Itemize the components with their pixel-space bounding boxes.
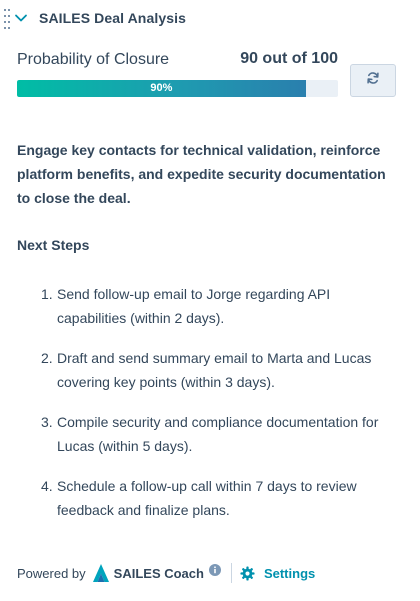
step-text: Schedule a follow-up call within 7 days … xyxy=(57,478,357,518)
powered-by-label: Powered by xyxy=(17,565,86,581)
refresh-button[interactable] xyxy=(350,64,396,97)
info-icon[interactable] xyxy=(208,564,221,576)
progress-bar-label: 90% xyxy=(150,82,173,94)
step-text: Draft and send summary email to Marta an… xyxy=(57,350,372,390)
settings-label: Settings xyxy=(263,565,316,581)
card-title: SAILES Deal Analysis xyxy=(39,10,186,26)
gear-icon xyxy=(240,565,255,581)
settings-link[interactable]: Settings xyxy=(240,566,315,581)
step-number: 1. xyxy=(41,286,53,302)
next-step-item: 3. Compile security and compliance docum… xyxy=(17,410,402,458)
next-step-item: 2. Draft and send summary email to Marta… xyxy=(17,346,402,394)
refresh-icon xyxy=(366,71,380,90)
card-footer: Powered by SAILES Coach Settings xyxy=(17,561,315,585)
card-header[interactable]: SAILES Deal Analysis xyxy=(14,6,186,30)
step-number: 4. xyxy=(41,478,53,494)
sailes-logo-icon xyxy=(92,563,110,583)
next-steps-heading: Next Steps xyxy=(17,237,90,253)
step-text: Send follow-up email to Jorge regarding … xyxy=(57,286,331,326)
step-number: 2. xyxy=(41,350,53,366)
footer-divider xyxy=(230,563,232,583)
chevron-down-icon[interactable] xyxy=(14,11,28,25)
probability-label: Probability of Closure xyxy=(17,51,170,68)
probability-progress-bar: 90% xyxy=(17,80,338,97)
step-text: Compile security and compliance document… xyxy=(57,414,379,454)
deal-summary: Engage key contacts for technical valida… xyxy=(17,142,386,206)
drag-handle-icon[interactable] xyxy=(4,9,12,29)
next-step-item: 4. Schedule a follow-up call within 7 da… xyxy=(17,474,402,522)
next-step-item: 1. Send follow-up email to Jorge regardi… xyxy=(17,282,402,330)
probability-score: 90 out of 100 xyxy=(240,50,338,67)
next-steps-list: 1. Send follow-up email to Jorge regardi… xyxy=(17,282,402,538)
brand-name: SAILES Coach xyxy=(113,565,204,581)
step-number: 3. xyxy=(41,414,53,430)
